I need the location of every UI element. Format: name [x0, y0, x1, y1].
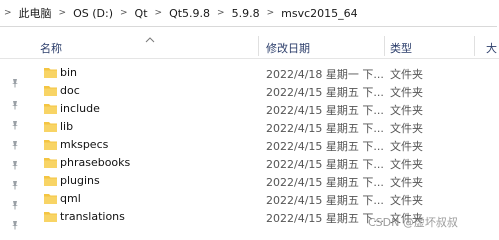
column-header-name[interactable]: 名称	[40, 40, 62, 56]
pin-icon[interactable]	[10, 160, 20, 170]
watermark: CSDN @虚坏叔叔	[368, 216, 458, 229]
column-divider[interactable]	[258, 36, 259, 56]
pin-icon[interactable]	[10, 78, 20, 88]
file-type: 文件夹	[390, 158, 423, 171]
breadcrumb-item-this-pc[interactable]: 此电脑	[19, 5, 52, 21]
file-date: 2022/4/15 星期五 下...	[266, 176, 384, 189]
column-header-date[interactable]: 修改日期	[266, 40, 310, 56]
file-name: phrasebooks	[60, 156, 131, 169]
file-date: 2022/4/15 星期五 下...	[266, 140, 384, 153]
folder-icon	[43, 210, 58, 223]
list-item[interactable]: plugins 2022/4/15 星期五 下... 文件夹	[36, 172, 499, 190]
list-item[interactable]: include 2022/4/15 星期五 下... 文件夹	[36, 100, 499, 118]
pin-icon[interactable]	[10, 200, 20, 210]
folder-icon	[43, 120, 58, 133]
breadcrumb-lead-chevron[interactable]: >	[0, 8, 19, 18]
list-item[interactable]: qml 2022/4/15 星期五 下... 文件夹	[36, 190, 499, 208]
breadcrumb-separator[interactable]: >	[148, 8, 170, 18]
folder-icon	[43, 84, 58, 97]
file-name: plugins	[60, 174, 100, 187]
file-name: doc	[60, 84, 80, 97]
pin-icon[interactable]	[10, 140, 20, 150]
breadcrumb-separator[interactable]: >	[260, 8, 282, 18]
folder-icon	[43, 66, 58, 79]
file-type: 文件夹	[390, 122, 423, 135]
folder-icon	[43, 102, 58, 115]
file-date: 2022/4/15 星期五 下...	[266, 122, 384, 135]
column-header-size[interactable]: 大	[486, 40, 497, 56]
pin-icon[interactable]	[10, 100, 20, 110]
folder-icon	[43, 138, 58, 151]
breadcrumb-item-drive-d[interactable]: OS (D:)	[73, 7, 113, 20]
list-item[interactable]: bin 2022/4/18 星期一 下... 文件夹	[36, 64, 499, 82]
breadcrumb-item-qt[interactable]: Qt	[135, 7, 148, 20]
pin-icon[interactable]	[10, 180, 20, 190]
breadcrumb-item-msvc2015-64[interactable]: msvc2015_64	[281, 7, 358, 20]
file-date: 2022/4/15 星期五 下...	[266, 86, 384, 99]
breadcrumb-item-qt598[interactable]: Qt5.9.8	[169, 7, 210, 20]
file-type: 文件夹	[390, 104, 423, 117]
column-divider[interactable]	[384, 36, 385, 56]
file-name: qml	[60, 192, 81, 205]
file-date: 2022/4/15 星期五 下...	[266, 104, 384, 117]
pin-icon[interactable]	[10, 120, 20, 130]
breadcrumb-separator[interactable]: >	[210, 8, 232, 18]
column-header-type[interactable]: 类型	[390, 40, 412, 56]
file-date: 2022/4/18 星期一 下...	[266, 68, 384, 81]
file-date: 2022/4/15 星期五 下...	[266, 194, 384, 207]
list-item[interactable]: mkspecs 2022/4/15 星期五 下... 文件夹	[36, 136, 499, 154]
breadcrumb-item-598[interactable]: 5.9.8	[232, 7, 260, 20]
list-item[interactable]: phrasebooks 2022/4/15 星期五 下... 文件夹	[36, 154, 499, 172]
file-type: 文件夹	[390, 194, 423, 207]
file-type: 文件夹	[390, 140, 423, 153]
folder-icon	[43, 192, 58, 205]
file-name: lib	[60, 120, 74, 133]
file-name: translations	[60, 210, 125, 223]
file-type: 文件夹	[390, 68, 423, 81]
list-item[interactable]: doc 2022/4/15 星期五 下... 文件夹	[36, 82, 499, 100]
file-date: 2022/4/15 星期五 下...	[266, 158, 384, 171]
file-type: 文件夹	[390, 86, 423, 99]
breadcrumb-separator[interactable]: >	[52, 8, 74, 18]
file-name: mkspecs	[60, 138, 109, 151]
column-header-row: 名称 修改日期 类型 大	[0, 34, 499, 59]
list-item[interactable]: lib 2022/4/15 星期五 下... 文件夹	[36, 118, 499, 136]
breadcrumb-separator[interactable]: >	[113, 8, 135, 18]
pin-icon[interactable]	[10, 220, 20, 230]
address-bar[interactable]: > 此电脑 > OS (D:) > Qt > Qt5.9.8 > 5.9.8 >…	[0, 0, 497, 27]
folder-icon	[43, 174, 58, 187]
file-date: 2022/4/15 星期五 下...	[266, 212, 384, 225]
file-type: 文件夹	[390, 176, 423, 189]
file-name: include	[60, 102, 100, 115]
column-divider[interactable]	[474, 36, 475, 56]
file-name: bin	[60, 66, 78, 79]
folder-icon	[43, 156, 58, 169]
